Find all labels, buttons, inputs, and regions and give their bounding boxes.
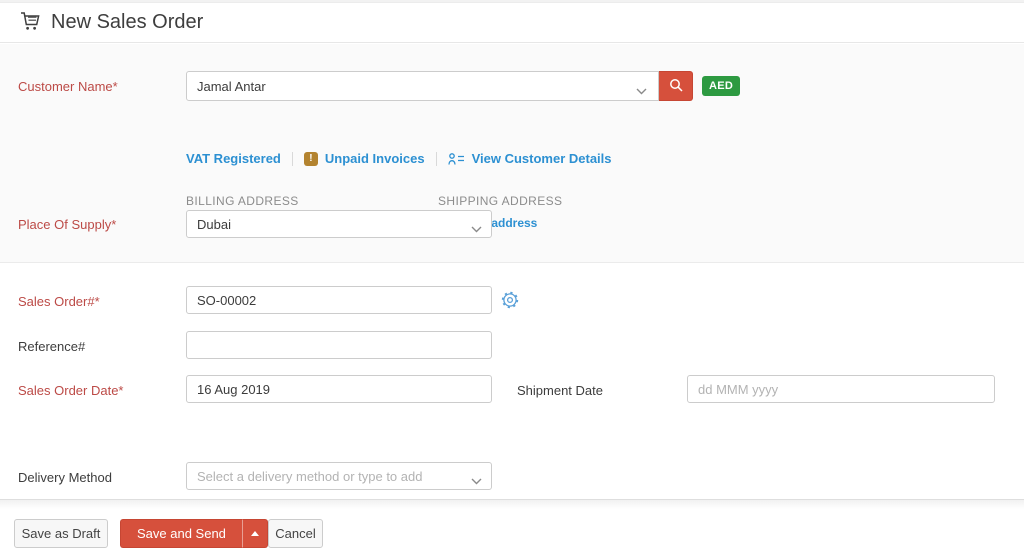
search-icon: [668, 77, 684, 96]
warning-icon: !: [304, 152, 318, 166]
unpaid-invoices-link[interactable]: ! Unpaid Invoices: [304, 151, 425, 166]
person-details-icon: [448, 152, 465, 166]
customer-name-field-group: AED: [186, 71, 740, 101]
gear-icon[interactable]: [501, 291, 519, 309]
customer-name-label: Customer Name*: [18, 79, 118, 94]
view-customer-details-link[interactable]: View Customer Details: [448, 151, 612, 166]
chevron-down-icon: [471, 473, 482, 488]
save-as-draft-button[interactable]: Save as Draft: [14, 519, 108, 548]
delivery-method-select[interactable]: Select a delivery method or type to add: [186, 462, 492, 490]
divider: [292, 152, 293, 166]
customer-search-button[interactable]: [659, 71, 693, 101]
cancel-button[interactable]: Cancel: [268, 519, 323, 548]
chevron-down-icon: [471, 221, 482, 236]
reference-number-input[interactable]: [186, 331, 492, 359]
customer-name-input[interactable]: [186, 71, 659, 101]
caret-up-icon: [251, 531, 259, 536]
customer-section: Customer Name* AED VAT Registered: [0, 44, 1024, 263]
customer-links-row: VAT Registered ! Unpaid Invoices View Cu…: [186, 151, 612, 166]
currency-badge: AED: [702, 76, 740, 96]
vat-registered-link[interactable]: VAT Registered: [186, 151, 281, 166]
shipment-date-label: Shipment Date: [517, 383, 603, 398]
cart-icon: [18, 9, 42, 36]
save-and-send-dropdown-toggle[interactable]: [242, 519, 268, 548]
sales-order-date-input[interactable]: [186, 375, 492, 403]
shipment-date-input[interactable]: [687, 375, 995, 403]
place-of-supply-select[interactable]: Dubai: [186, 210, 492, 238]
page-header: New Sales Order: [0, 3, 1024, 43]
sales-order-number-label: Sales Order#*: [18, 294, 100, 309]
save-and-send-split-button: Save and Send: [120, 519, 268, 548]
sales-order-number-input[interactable]: [186, 286, 492, 314]
divider: [436, 152, 437, 166]
chevron-down-icon[interactable]: [636, 83, 647, 98]
customer-name-combo: [186, 71, 659, 101]
billing-address-heading: BILLING ADDRESS: [186, 194, 299, 208]
page-title: New Sales Order: [51, 11, 203, 34]
new-sales-order-page: New Sales Order Customer Name* AED: [0, 0, 1024, 559]
delivery-method-label: Delivery Method: [18, 470, 112, 485]
reference-number-label: Reference#: [18, 339, 85, 354]
action-footer: Save as Draft Save and Send Cancel: [0, 499, 1024, 559]
shipping-address-heading: SHIPPING ADDRESS: [438, 194, 562, 208]
save-and-send-button[interactable]: Save and Send: [120, 519, 242, 548]
sales-order-date-label: Sales Order Date*: [18, 383, 124, 398]
place-of-supply-label: Place Of Supply*: [18, 217, 116, 232]
